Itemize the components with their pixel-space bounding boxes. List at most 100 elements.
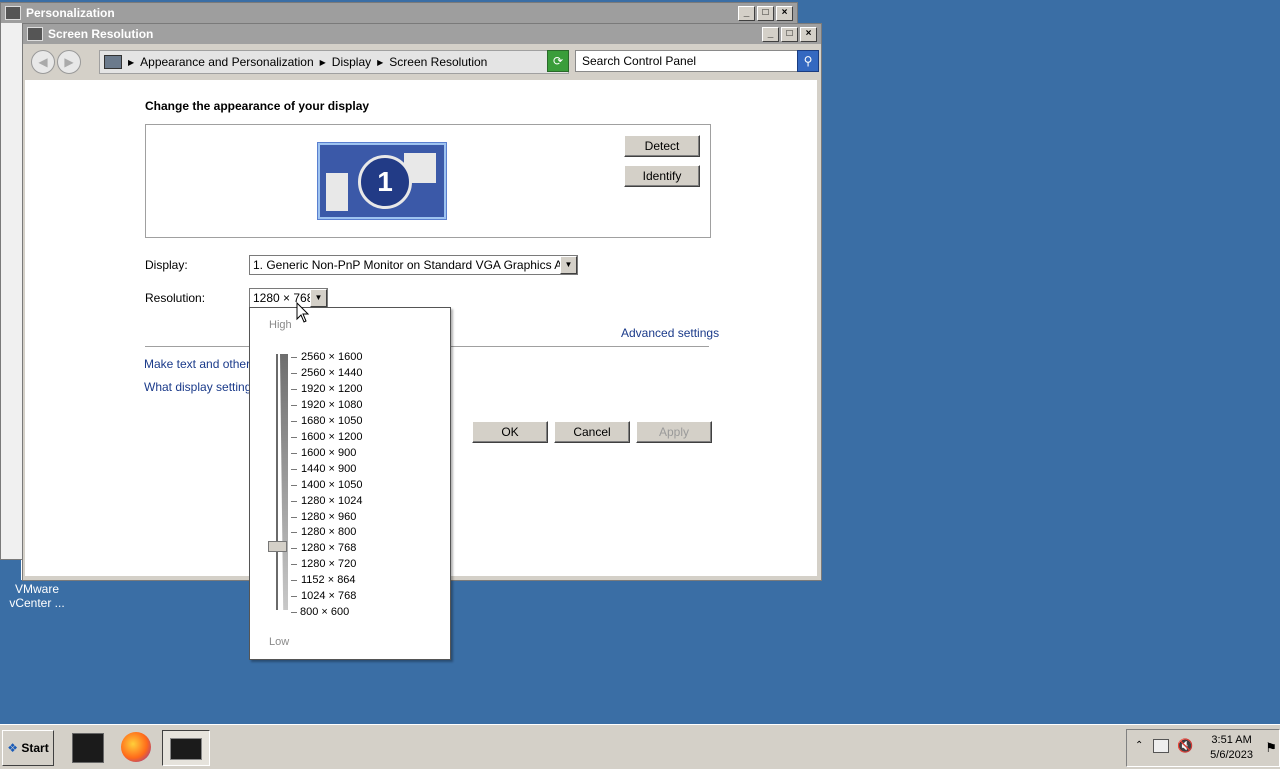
resolution-option[interactable]: 1920 × 1080 (301, 399, 362, 411)
resolution-option[interactable]: 1400 × 1050 (301, 479, 362, 491)
monitor-number: 1 (358, 155, 412, 209)
screen-resolution-titlebar[interactable]: Screen Resolution _ □ × (23, 24, 821, 44)
resolution-option[interactable]: 1152 × 864 (301, 574, 356, 586)
close-button[interactable]: × (800, 26, 817, 42)
search-icon[interactable]: ⚲ (797, 50, 819, 72)
chevron-right-icon: ▶ (128, 57, 135, 67)
window-icon (5, 6, 21, 20)
volume-muted-icon[interactable]: 🔇 (1177, 738, 1193, 754)
taskbar-control-panel[interactable] (162, 730, 210, 766)
resolution-option[interactable]: 1024 × 768 (301, 590, 356, 602)
start-button[interactable]: ❖ Start (2, 730, 54, 766)
breadcrumb[interactable]: ▶ Appearance and Personalization ▶ Displ… (99, 50, 569, 74)
display-settings-help-link[interactable]: What display settings (144, 380, 257, 394)
refresh-icon[interactable]: ⟳ (547, 50, 569, 72)
window-title: Screen Resolution (48, 27, 154, 41)
apply-button[interactable]: Apply (636, 421, 712, 443)
resolution-option[interactable]: 1920 × 1200 (301, 383, 362, 395)
slider-tick (291, 500, 297, 502)
resolution-option[interactable]: 1280 × 1024 (301, 495, 362, 507)
slider-tick (291, 580, 297, 582)
chevron-right-icon: ▶ (319, 57, 326, 67)
resolution-option[interactable]: 800 × 600 (300, 606, 349, 618)
start-label: Start (21, 741, 49, 755)
slider-tick (291, 436, 297, 438)
monitor-1[interactable]: 1 (318, 143, 446, 219)
identify-button[interactable]: Identify (624, 165, 700, 187)
minimize-button[interactable]: _ (738, 5, 755, 21)
chevron-down-icon[interactable]: ▼ (310, 289, 327, 307)
slider-tick (291, 388, 297, 390)
network-icon[interactable] (1153, 739, 1169, 753)
resolution-select[interactable]: 1280 × 768 ▼ (249, 288, 328, 308)
address-bar: ◀ ▶ ▶ Appearance and Personalization ▶ D… (25, 46, 819, 78)
breadcrumb-item-appearance[interactable]: Appearance and Personalization (140, 55, 313, 69)
slider-tick (291, 612, 297, 614)
show-hidden-icons-icon[interactable]: ⌃ (1135, 740, 1143, 751)
slider-tick (291, 357, 297, 358)
search-input[interactable]: Search Control Panel (575, 50, 801, 72)
taskbar-firefox[interactable] (116, 730, 156, 764)
slider-tick (291, 468, 297, 470)
display-label: Display: (145, 258, 188, 272)
chevron-down-icon[interactable]: ▼ (560, 256, 577, 274)
resolution-option[interactable]: 1280 × 768 (301, 542, 356, 554)
monitor-window-left (326, 173, 348, 211)
chevron-right-icon: ▶ (377, 57, 384, 67)
slider-tick (291, 532, 297, 534)
maximize-button[interactable]: □ (757, 5, 774, 21)
page-title: Change the appearance of your display (145, 99, 370, 113)
high-label: High (269, 319, 292, 331)
cancel-button[interactable]: Cancel (554, 421, 630, 443)
forward-button[interactable]: ▶ (57, 50, 81, 74)
resolution-option[interactable]: 1680 × 1050 (301, 415, 362, 427)
resolution-option[interactable]: 2560 × 1600 (301, 351, 362, 363)
system-tray: ⌃ 🔇 3:51 AM 5/6/2023 ⚑ (1126, 729, 1280, 767)
slider-tick (291, 596, 297, 598)
detect-button[interactable]: Detect (624, 135, 700, 157)
personalization-title: Personalization (26, 6, 115, 20)
slider-tick (291, 372, 297, 374)
slider-tick (291, 484, 297, 486)
resolution-option[interactable]: 1600 × 900 (301, 447, 356, 459)
desktop-icon-label-2: vCenter ... (9, 596, 65, 610)
slider-tick (291, 452, 297, 454)
resolution-option[interactable]: 1280 × 720 (301, 558, 356, 570)
server-icon (72, 733, 104, 763)
display-select[interactable]: 1. Generic Non-PnP Monitor on Standard V… (249, 255, 578, 275)
clock-time: 3:51 AM (1211, 734, 1252, 746)
display-preview: 1 Detect Identify (145, 124, 711, 238)
taskbar-server-manager[interactable] (68, 730, 108, 764)
resolution-option[interactable]: 1280 × 800 (301, 526, 356, 538)
windows-logo-icon: ❖ (7, 741, 19, 755)
clock[interactable]: 3:51 AM 5/6/2023 (1210, 733, 1253, 763)
resolution-slider-thumb[interactable] (268, 541, 287, 552)
action-center-flag-icon[interactable]: ⚑ (1265, 740, 1277, 756)
back-button[interactable]: ◀ (31, 50, 55, 74)
slider-tick (291, 420, 297, 422)
slider-rail (276, 354, 278, 610)
breadcrumb-item-display[interactable]: Display (332, 55, 371, 69)
ok-button[interactable]: OK (472, 421, 548, 443)
slider-wedge (280, 354, 288, 610)
slider-tick (291, 516, 297, 518)
desktop-icon-label-1: VMware (14, 582, 59, 596)
resolution-option[interactable]: 1600 × 1200 (301, 431, 362, 443)
advanced-settings-link[interactable]: Advanced settings (621, 326, 719, 340)
mouse-cursor-icon (296, 302, 310, 323)
slider-tick (291, 548, 297, 550)
low-label: Low (269, 636, 290, 648)
resolution-slider-track[interactable] (276, 354, 292, 610)
resolution-dropdown[interactable]: High 2560 × 1600 2560 × 1440 1920 × 1200 19… (249, 307, 451, 660)
maximize-button[interactable]: □ (781, 26, 798, 42)
text-size-link[interactable]: Make text and other i (144, 357, 256, 371)
minimize-button[interactable]: _ (762, 26, 779, 42)
resolution-option[interactable]: 1280 × 960 (301, 511, 356, 523)
breadcrumb-item-screen-resolution[interactable]: Screen Resolution (389, 55, 487, 69)
close-button[interactable]: × (776, 5, 793, 21)
resolution-option[interactable]: 2560 × 1440 (301, 367, 362, 379)
taskbar: ❖ Start ⌃ 🔇 3:51 AM 5/6/2023 ⚑ (0, 724, 1280, 769)
personalization-titlebar[interactable]: Personalization _ □ × (1, 3, 797, 23)
resolution-option[interactable]: 1440 × 900 (301, 463, 356, 475)
window-icon (27, 27, 43, 41)
